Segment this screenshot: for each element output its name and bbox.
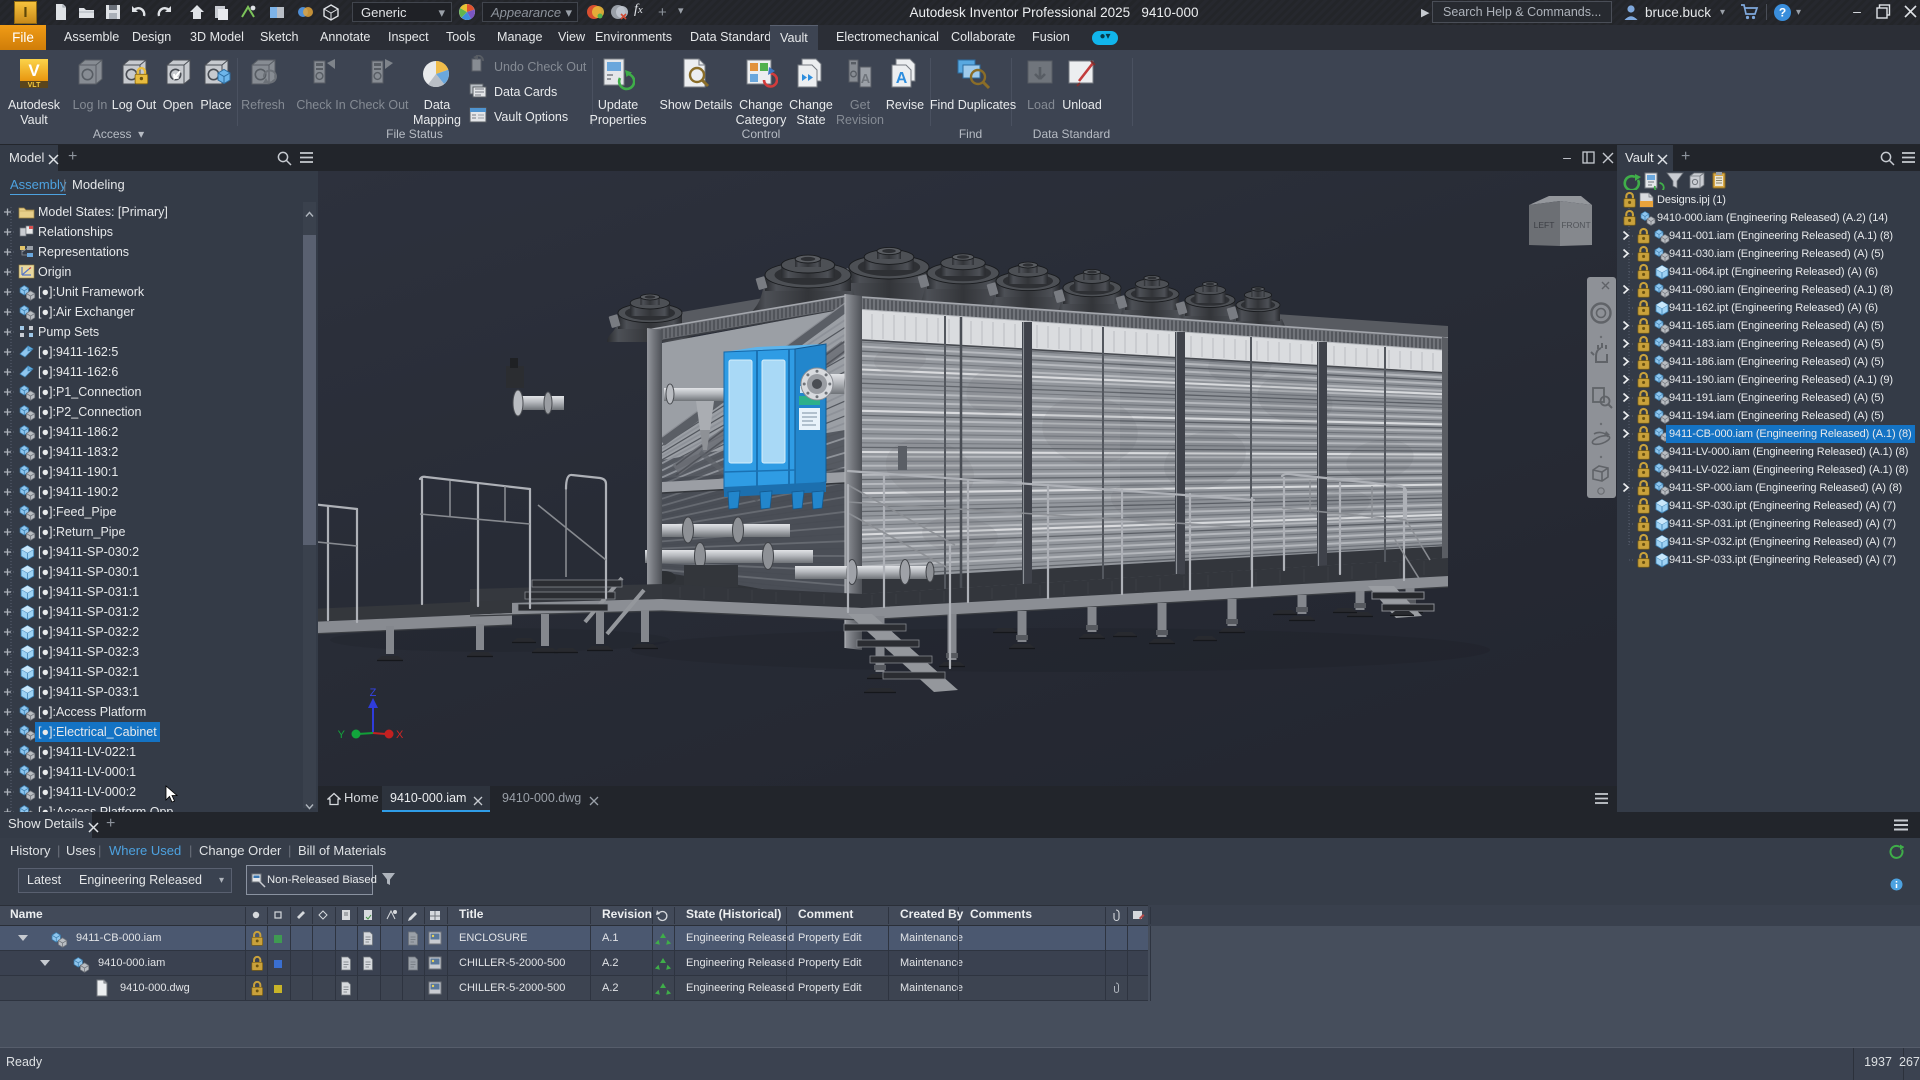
svg-text:FRONT: FRONT (1561, 220, 1590, 230)
svg-text:Y: Y (338, 729, 346, 741)
svg-text:A: A (861, 71, 871, 86)
svg-text:A: A (896, 70, 908, 87)
svg-text:?: ? (1779, 6, 1786, 20)
svg-text:LEFT: LEFT (1534, 220, 1555, 230)
svg-text:V: V (28, 61, 40, 80)
svg-text:X: X (396, 729, 404, 741)
svg-text:VLT: VLT (28, 82, 41, 89)
svg-text:Z: Z (370, 687, 377, 699)
